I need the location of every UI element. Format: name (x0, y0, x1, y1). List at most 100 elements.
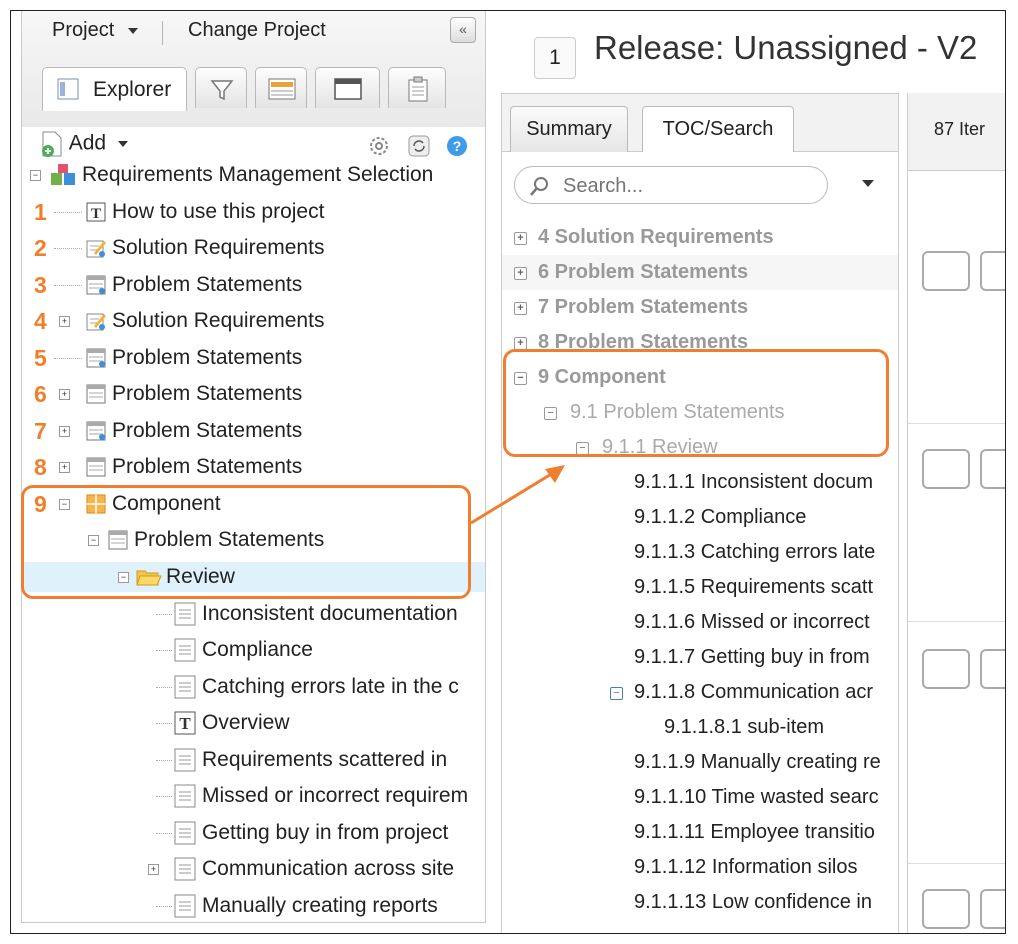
help-icon[interactable]: ? (446, 135, 468, 157)
collapse-icon[interactable]: − (30, 170, 41, 181)
comment-icon[interactable] (922, 449, 970, 489)
tree-item[interactable]: 5 Problem Statements (22, 343, 485, 373)
clipboard-icon (408, 76, 428, 102)
refresh-icon[interactable] (408, 135, 430, 157)
tree-subitem[interactable]: − Problem Statements (22, 525, 485, 555)
table-doc-icon (86, 457, 106, 477)
toc-item[interactable]: + 6 Problem Statements (502, 255, 898, 290)
tree-item[interactable]: 8 + Problem Statements (22, 452, 485, 482)
app-frame: Project Change Project « Explorer Add ? … (10, 10, 1006, 934)
toc-item-label: 9.1.1.12 Information silos (634, 856, 858, 878)
tab-clipboard[interactable] (388, 67, 446, 108)
tree-item[interactable]: 9 − Component (22, 489, 485, 519)
toc-item-label: 9.1 Problem Statements (570, 401, 785, 423)
collapse-icon[interactable]: − (59, 499, 70, 510)
tab-summary[interactable]: Summary (510, 106, 628, 152)
toc-item[interactable]: 9.1.1.9 Manually creating re (502, 745, 898, 780)
search-dropdown-icon[interactable] (862, 180, 874, 187)
toc-item-label: 8 Problem Statements (538, 331, 749, 353)
toc-item[interactable]: − 9.1.1.8 Communication acr (502, 675, 898, 710)
tree-leaf[interactable]: + Communication across site (22, 854, 485, 884)
folder-open-icon (136, 570, 162, 586)
expand-icon[interactable]: + (148, 864, 159, 875)
tree-item-label: Problem Statements (112, 382, 303, 405)
collapse-icon[interactable]: − (118, 572, 129, 583)
expand-icon[interactable]: + (514, 337, 527, 350)
tree-leaf[interactable]: Compliance (22, 635, 485, 665)
tree-item[interactable]: 2 Solution Requirements (22, 233, 485, 263)
tab-grid[interactable] (255, 67, 307, 108)
document-icon (174, 894, 196, 918)
expand-icon[interactable]: + (59, 426, 70, 437)
tab-explorer[interactable]: Explorer (42, 67, 187, 111)
toc-item-label: 9.1.1.8 Communication acr (634, 681, 874, 703)
collapse-icon[interactable]: − (514, 372, 527, 385)
collapse-icon[interactable]: − (576, 442, 589, 455)
tree-subitem-review[interactable]: − Review (22, 562, 485, 592)
toc-item[interactable]: 9.1.1.11 Employee transitio (502, 815, 898, 850)
expand-icon[interactable]: + (59, 462, 70, 473)
toc-item-label: 9 Component (538, 366, 666, 388)
callout-number: 5 (34, 345, 47, 371)
comment-icon[interactable] (922, 251, 970, 291)
comment-icon[interactable] (980, 449, 1005, 489)
expand-icon[interactable]: + (514, 232, 527, 245)
tree-leaf[interactable]: Requirements scattered in (22, 745, 485, 775)
tree-leaf[interactable]: T Overview (22, 708, 485, 738)
toc-item[interactable]: 9.1.1.10 Time wasted searc (502, 780, 898, 815)
collapse-panel-button[interactable]: « (450, 17, 476, 43)
window-icon (334, 78, 362, 100)
toc-item[interactable]: 9.1.1.12 Information silos (502, 850, 898, 885)
add-button[interactable]: Add (40, 131, 128, 157)
toc-item[interactable]: + 4 Solution Requirements (502, 220, 898, 255)
toc-item[interactable]: 9.1.1.13 Low confidence in (502, 885, 898, 920)
comment-icon[interactable] (922, 649, 970, 689)
tab-window[interactable] (315, 67, 380, 108)
toc-item[interactable]: 9.1.1.7 Getting buy in from (502, 640, 898, 675)
tree-connector (156, 906, 172, 907)
settings-icon[interactable] (368, 135, 390, 157)
toc-item[interactable]: 9.1.1.5 Requirements scatt (502, 570, 898, 605)
toc-item[interactable]: − 9 Component (502, 360, 898, 395)
expand-icon[interactable]: + (59, 389, 70, 400)
tree-item[interactable]: 7 + Problem Statements (22, 416, 485, 446)
document-icon (174, 748, 196, 772)
comment-icon[interactable] (980, 649, 1005, 689)
project-menu-button[interactable]: Project (52, 19, 138, 42)
tree-leaf-label: Manually creating reports (202, 894, 438, 917)
tree-item[interactable]: 4 + Solution Requirements (22, 306, 485, 336)
callout-number: 3 (34, 272, 47, 298)
comment-icon[interactable] (922, 889, 970, 929)
tab-filter[interactable] (195, 67, 247, 108)
tree-leaf[interactable]: Inconsistent documentation (22, 599, 485, 629)
toc-item[interactable]: + 8 Problem Statements (502, 325, 898, 360)
toc-item[interactable]: − 9.1 Problem Statements (502, 395, 898, 430)
tree-leaf[interactable]: Missed or incorrect requirem (22, 781, 485, 811)
tree-leaf[interactable]: Catching errors late in the c (22, 672, 485, 702)
edit-doc-icon (86, 313, 106, 331)
tree-leaf[interactable]: Manually creating reports (22, 891, 485, 921)
collapse-icon[interactable]: − (88, 535, 99, 546)
search-input[interactable] (563, 173, 813, 199)
tree-leaf[interactable]: Getting buy in from project (22, 818, 485, 848)
table-doc-icon (86, 421, 106, 441)
toc-item[interactable]: 9.1.1.6 Missed or incorrect (502, 605, 898, 640)
toc-item[interactable]: 9.1.1.3 Catching errors late (502, 535, 898, 570)
comment-icon[interactable] (980, 251, 1005, 291)
tab-toc-search[interactable]: TOC/Search (642, 106, 794, 152)
expand-icon[interactable]: + (59, 316, 70, 327)
tree-item[interactable]: 1 T How to use this project (22, 197, 485, 227)
comment-icon[interactable] (980, 889, 1005, 929)
expand-icon[interactable]: + (514, 302, 527, 315)
tree-item[interactable]: 3 Problem Statements (22, 270, 485, 300)
tree-item[interactable]: 6 + Problem Statements (22, 379, 485, 409)
toc-item[interactable]: + 7 Problem Statements (502, 290, 898, 325)
expand-icon[interactable]: + (514, 267, 527, 280)
toc-item[interactable]: 9.1.1.8.1 sub-item (502, 710, 898, 745)
collapse-icon[interactable]: − (610, 687, 623, 700)
collapse-icon[interactable]: − (544, 407, 557, 420)
table-doc-icon (86, 384, 106, 404)
tree-root[interactable]: − Requirements Management Selection (22, 160, 485, 190)
filter-icon (210, 80, 234, 101)
change-project-button[interactable]: Change Project (188, 19, 326, 42)
